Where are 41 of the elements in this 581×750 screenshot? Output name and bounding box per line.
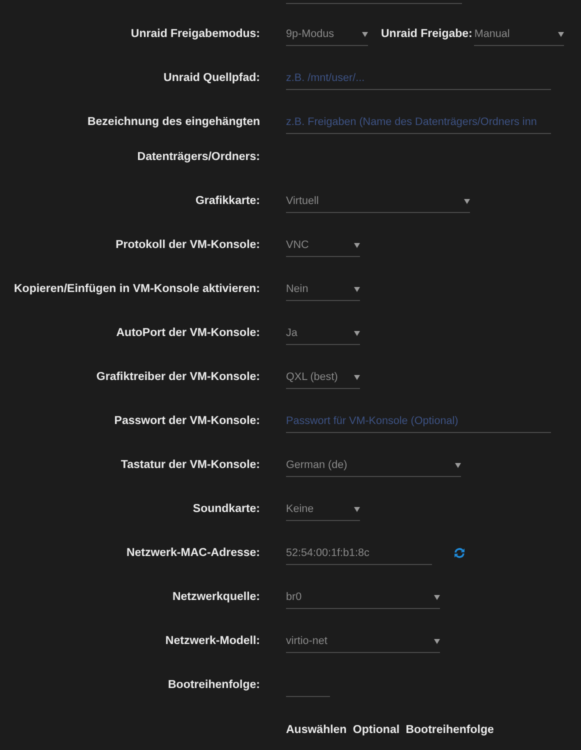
- field-label: Unraid Quellpfad:: [162, 71, 260, 86]
- select-field[interactable]: Nein: [286, 277, 360, 301]
- caret-icon: [434, 595, 440, 600]
- caret-icon: [455, 463, 461, 468]
- caret-icon: [354, 375, 360, 380]
- select-field[interactable]: Keine: [286, 497, 360, 521]
- caret-icon: [354, 287, 360, 292]
- field-label: Grafiktreiber der VM-Konsole:: [95, 370, 260, 385]
- field-label: Soundkarte:: [192, 502, 260, 517]
- field-label: Bootreihenfolge:: [167, 678, 260, 693]
- select-field[interactable]: QXL (best): [286, 365, 360, 389]
- field-label: Bezeichnung des eingehängten Datenträgers/Ordners:: [86, 114, 260, 164]
- refresh-icon[interactable]: [454, 548, 465, 558]
- field-label: Netzwerk-MAC-Adresse:: [125, 546, 260, 561]
- field-label: Protokoll der VM-Konsole:: [114, 238, 260, 253]
- select-field[interactable]: Manual: [474, 22, 564, 46]
- input-field[interactable]: 52:54:00:1f:b1:8c: [286, 541, 432, 565]
- select-field[interactable]: VNC: [286, 233, 360, 257]
- select-field[interactable]: German (de): [286, 453, 461, 477]
- field-label: Grafikkarte:: [194, 194, 260, 209]
- field-label: Tastatur der VM-Konsole:: [120, 458, 260, 473]
- caret-icon: [558, 32, 564, 37]
- caret-icon: [354, 331, 360, 336]
- select-field[interactable]: virtio-net: [286, 629, 440, 653]
- select-field[interactable]: br0: [286, 585, 440, 609]
- field-label: Netzwerkquelle:: [171, 590, 260, 605]
- caret-icon: [464, 199, 470, 204]
- caret-icon: [362, 32, 368, 37]
- field-label: Netzwerk-Modell:: [164, 634, 260, 649]
- field-label: Passwort der VM-Konsole:: [113, 414, 260, 429]
- caret-icon: [434, 639, 440, 644]
- caret-icon: [354, 243, 360, 248]
- select-field[interactable]: 9p-Modus: [286, 22, 368, 46]
- field-label: Unraid Freigabemodus:: [130, 27, 260, 42]
- select-field[interactable]: Virtuell: [286, 189, 470, 213]
- field-label: AutoPort der VM-Konsole:: [115, 326, 260, 341]
- caret-icon: [354, 507, 360, 512]
- field-label: Unraid Freigabe:: [381, 27, 472, 42]
- field-label: Kopieren/Einfügen in VM-Konsole aktivieren:: [12, 282, 260, 297]
- select-field[interactable]: Ja: [286, 321, 360, 345]
- boot-order-hint: Auswählen Optional Bootreihenfolge: [286, 723, 495, 738]
